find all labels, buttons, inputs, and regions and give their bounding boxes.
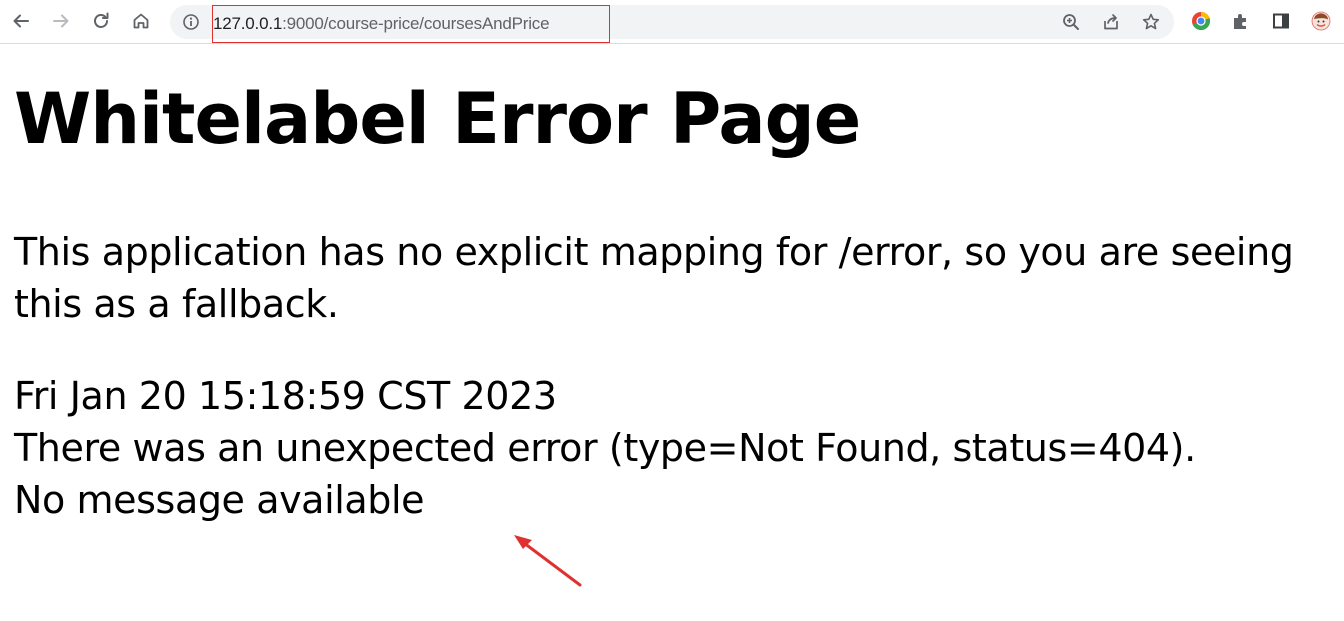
error-timestamp: Fri Jan 20 15:18:59 CST 2023 <box>14 374 557 418</box>
error-details: Fri Jan 20 15:18:59 CST 2023 There was a… <box>14 370 1196 526</box>
chrome-extension-button[interactable] <box>1186 6 1216 36</box>
arrow-right-icon <box>53 14 69 28</box>
zoom-icon <box>1063 14 1079 30</box>
forward-button[interactable] <box>46 6 76 36</box>
arrow-left-icon <box>13 14 29 28</box>
url-path: :9000/course-price/coursesAndPrice <box>282 14 550 33</box>
home-icon <box>133 13 149 29</box>
back-button[interactable] <box>6 6 36 36</box>
side-panel-icon <box>1273 13 1289 29</box>
bookmark-button[interactable] <box>1138 9 1164 35</box>
info-icon <box>183 14 199 30</box>
share-button[interactable] <box>1098 9 1124 35</box>
side-panel-button[interactable] <box>1266 6 1296 36</box>
share-icon <box>1104 14 1118 30</box>
site-info-button[interactable] <box>178 9 204 35</box>
annotation-arrow-icon <box>514 535 582 587</box>
url-text[interactable]: 127.0.0.1:9000/course-price/coursesAndPr… <box>213 14 550 34</box>
chrome-logo-icon <box>1192 11 1211 31</box>
home-button[interactable] <box>126 6 156 36</box>
explanation-text: This application has no explicit mapping… <box>14 230 1294 326</box>
reload-icon <box>94 12 109 28</box>
error-type-status: There was an unexpected error (type=Not … <box>14 426 1196 470</box>
zoom-button[interactable] <box>1058 9 1084 35</box>
profile-avatar-icon <box>1311 11 1331 31</box>
browser-toolbar: 127.0.0.1:9000/course-price/coursesAndPr… <box>0 0 1344 44</box>
star-icon <box>1142 13 1160 30</box>
reload-button[interactable] <box>86 6 116 36</box>
profile-button[interactable] <box>1306 6 1336 36</box>
url-host: 127.0.0.1 <box>213 14 283 33</box>
page-title: Whitelabel Error Page <box>14 78 861 160</box>
error-message: No message available <box>14 478 425 522</box>
extensions-button[interactable] <box>1226 6 1256 36</box>
address-bar[interactable]: 127.0.0.1:9000/course-price/coursesAndPr… <box>170 5 1174 43</box>
puzzle-icon <box>1234 14 1246 29</box>
url-highlight-box: 127.0.0.1:9000/course-price/coursesAndPr… <box>212 5 610 43</box>
